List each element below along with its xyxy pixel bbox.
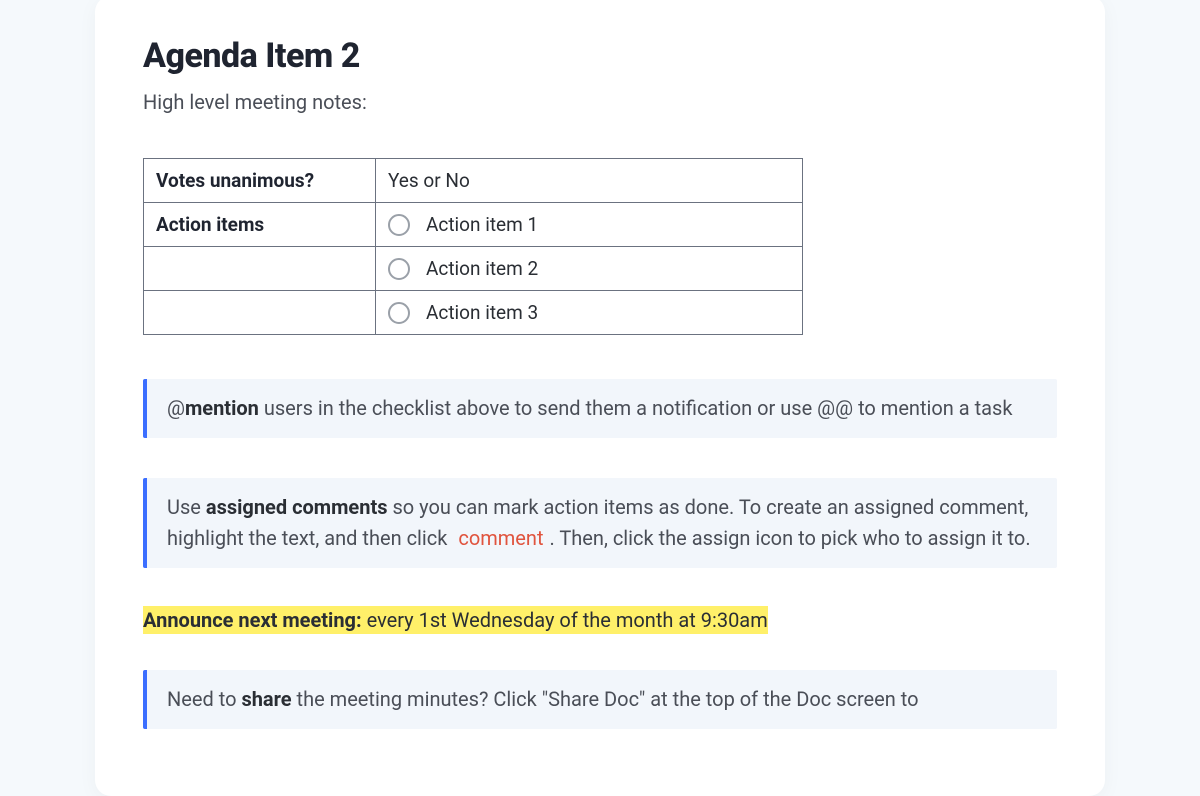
votes-value[interactable]: Yes or No xyxy=(376,159,803,203)
callout-text: Use xyxy=(167,495,206,519)
mention-callout: @mention users in the checklist above to… xyxy=(143,379,1057,438)
share-callout: Need to share the meeting minutes? Click… xyxy=(143,670,1057,729)
callout-text: @ xyxy=(167,396,185,420)
checkbox-icon[interactable] xyxy=(388,214,410,236)
action-items-label: Action items xyxy=(144,203,376,247)
announce-line: Announce next meeting: every 1st Wednesd… xyxy=(143,608,1057,632)
action-item-text: Action item 1 xyxy=(426,213,538,236)
callout-text: users in the checklist above to send the… xyxy=(259,396,1013,420)
document-page: Agenda Item 2 High level meeting notes: … xyxy=(95,0,1105,796)
empty-cell xyxy=(144,247,376,291)
action-item-cell[interactable]: Action item 1 xyxy=(376,203,803,247)
callout-bold: share xyxy=(241,687,291,711)
action-item-cell[interactable]: Action item 3 xyxy=(376,291,803,335)
comment-pill[interactable]: comment xyxy=(452,523,549,554)
action-item-cell[interactable]: Action item 2 xyxy=(376,247,803,291)
table-row: Votes unanimous? Yes or No xyxy=(144,159,803,203)
agenda-subtitle: High level meeting notes: xyxy=(143,90,1057,114)
announce-bold: Announce next meeting: xyxy=(143,608,362,632)
callout-text: Need to xyxy=(167,687,241,711)
action-item-text: Action item 2 xyxy=(426,257,538,280)
callout-text: the meeting minutes? Click "Share Doc" a… xyxy=(292,687,919,711)
assigned-comments-callout: Use assigned comments so you can mark ac… xyxy=(143,478,1057,568)
checkbox-icon[interactable] xyxy=(388,258,410,280)
callout-bold: assigned comments xyxy=(206,495,388,519)
agenda-table: Votes unanimous? Yes or No Action items … xyxy=(143,158,803,335)
callout-text: . Then, click the assign icon to pick wh… xyxy=(550,526,1031,550)
announce-text: every 1st Wednesday of the month at 9:30… xyxy=(362,608,768,632)
table-row: Action items Action item 1 xyxy=(144,203,803,247)
callout-bold: mention xyxy=(185,396,259,420)
action-item-text: Action item 3 xyxy=(426,301,538,324)
empty-cell xyxy=(144,291,376,335)
table-row: Action item 3 xyxy=(144,291,803,335)
agenda-heading: Agenda Item 2 xyxy=(143,36,1057,76)
checkbox-icon[interactable] xyxy=(388,302,410,324)
votes-label: Votes unanimous? xyxy=(144,159,376,203)
table-row: Action item 2 xyxy=(144,247,803,291)
